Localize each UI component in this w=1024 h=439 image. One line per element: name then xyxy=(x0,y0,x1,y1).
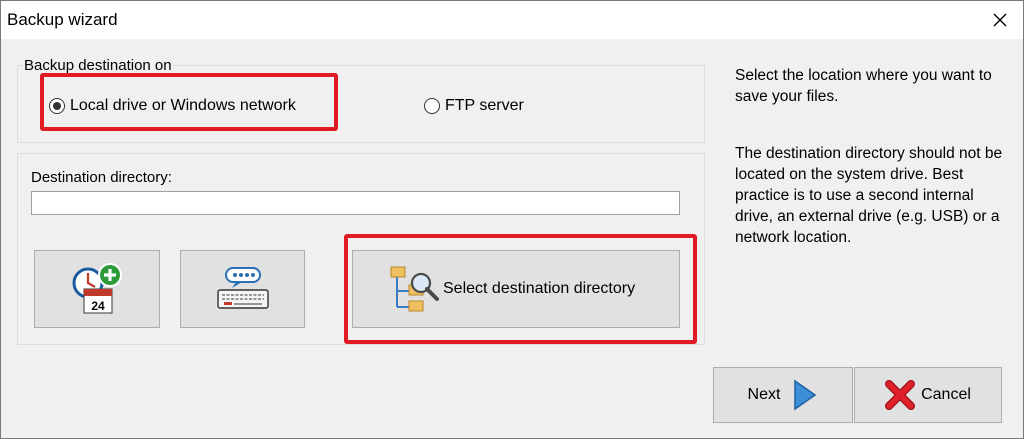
destination-type-legend: Backup destination on xyxy=(23,57,173,74)
schedule-calendar-day: 24 xyxy=(91,299,105,313)
radio-ftp-server-label: FTP server xyxy=(445,97,524,114)
title-bar: Backup wizard xyxy=(1,1,1023,39)
close-button[interactable] xyxy=(977,1,1023,39)
help-text-intro: Select the location where you want to sa… xyxy=(735,67,992,105)
next-label: Next xyxy=(747,386,781,403)
cancel-label: Cancel xyxy=(921,386,971,403)
command-button[interactable] xyxy=(180,250,305,328)
radio-ftp-server[interactable]: FTP server xyxy=(424,97,524,115)
cancel-x-icon xyxy=(885,380,916,410)
help-text-detail: The destination directory should not be … xyxy=(735,145,1003,246)
highlight-select-destination xyxy=(344,234,697,344)
destination-directory-input[interactable] xyxy=(31,191,680,215)
arrow-right-icon xyxy=(794,379,817,411)
keyboard-comment-icon xyxy=(216,267,269,309)
radio-ftp-server-indicator[interactable] xyxy=(424,98,440,114)
cancel-button[interactable]: Cancel xyxy=(854,367,1002,423)
highlight-local-drive xyxy=(40,73,338,131)
schedule-clock-calendar-icon: 24 xyxy=(72,263,122,314)
schedule-button[interactable]: 24 xyxy=(34,250,160,328)
destination-directory-label: Destination directory: xyxy=(31,169,172,186)
window-title: Backup wizard xyxy=(7,10,118,29)
next-button[interactable]: Next xyxy=(713,367,853,423)
backup-wizard-window: Backup wizard Backup destination on Loca… xyxy=(0,0,1024,439)
close-icon xyxy=(993,13,1007,27)
